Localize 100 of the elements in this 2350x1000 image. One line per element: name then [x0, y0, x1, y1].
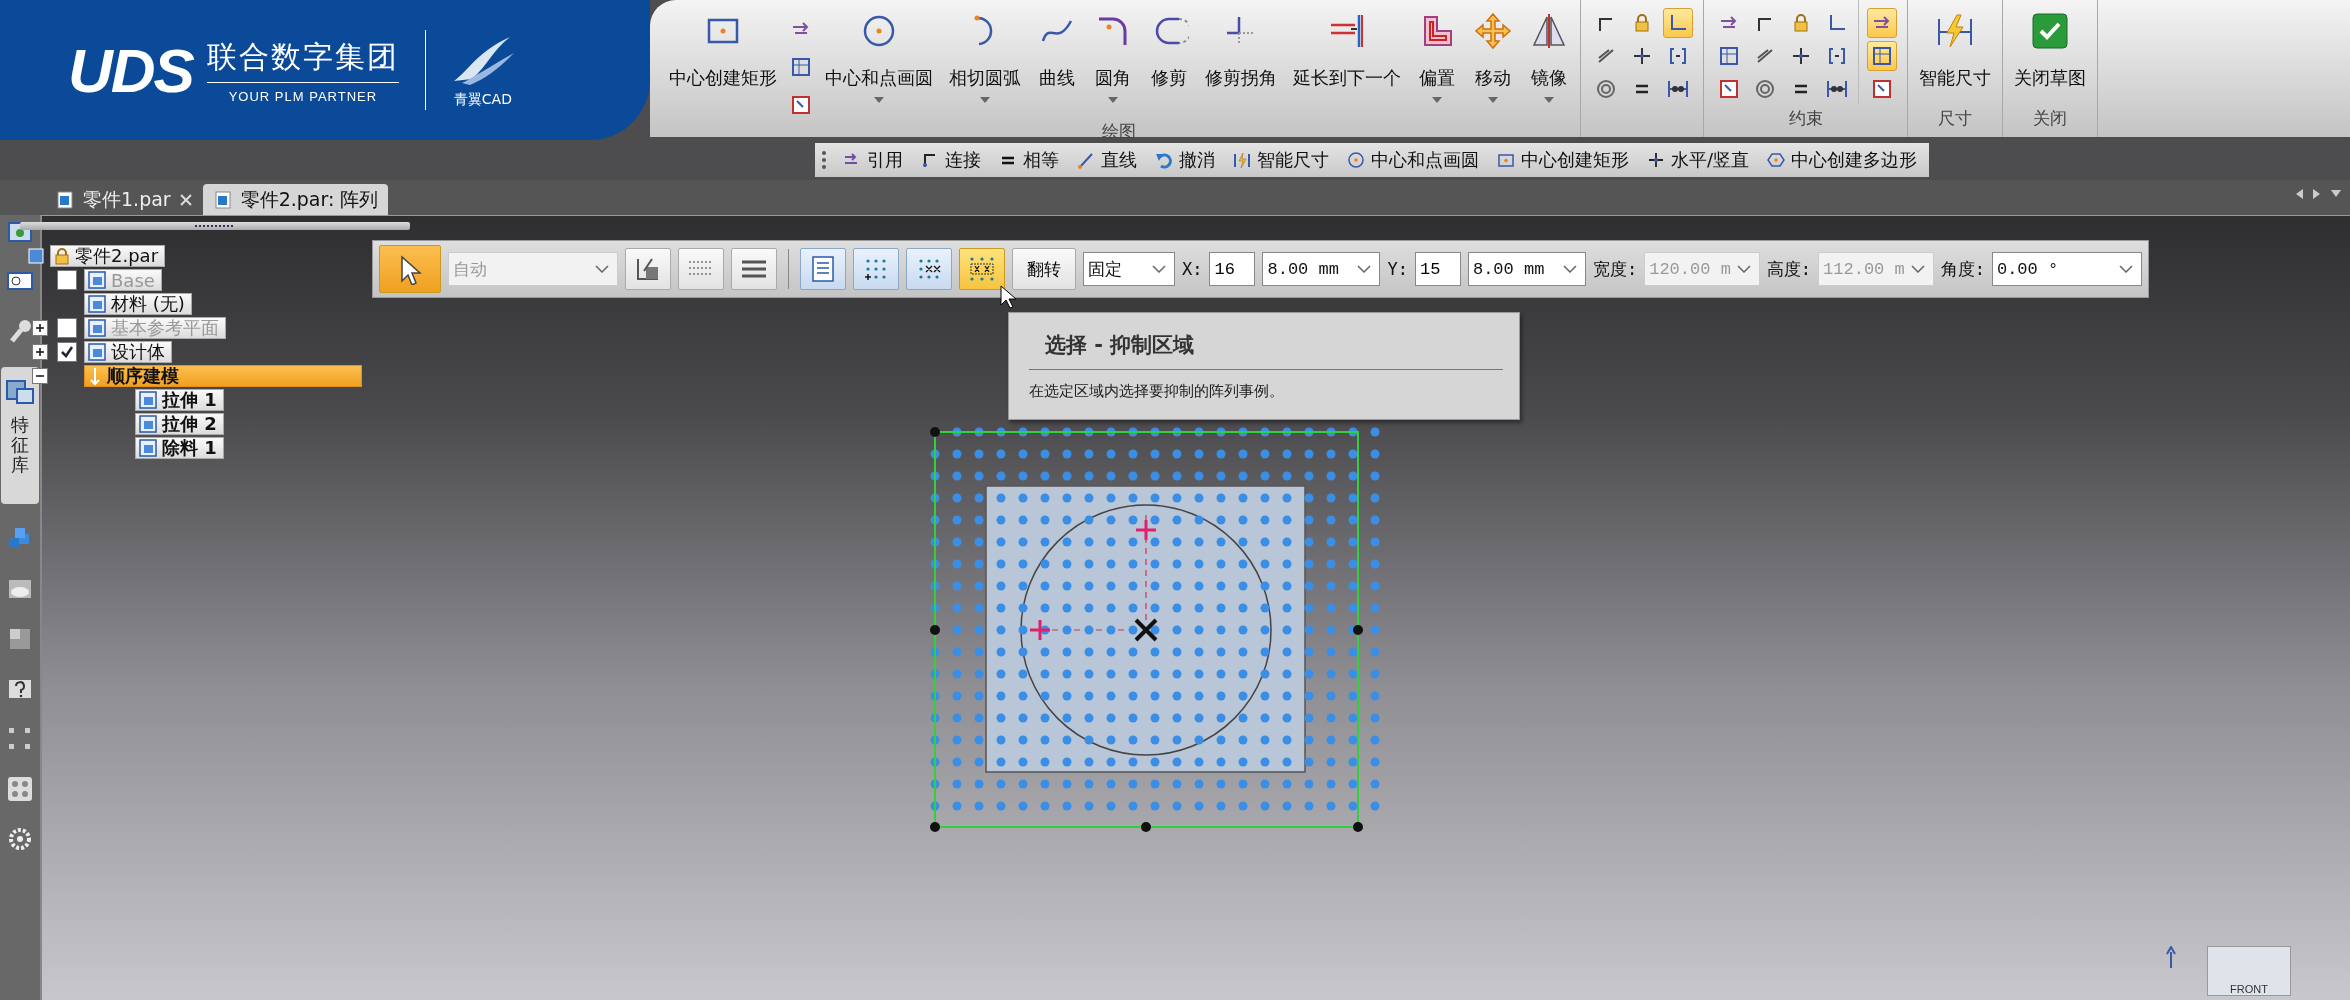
tool-button[interactable] — [1663, 8, 1693, 38]
ribbon-button[interactable]: 中心创建矩形 — [662, 0, 784, 92]
dropdown[interactable]: 8.00 mm — [1262, 252, 1381, 286]
document-icon — [212, 189, 233, 210]
handle-dot[interactable] — [1353, 822, 1363, 832]
tree-item[interactable]: 顺序建模 — [84, 365, 362, 387]
feature-icon — [138, 438, 158, 458]
cross-icon — [1647, 151, 1665, 169]
document-tab[interactable]: 零件2.par: 阵列 — [202, 184, 389, 215]
dropdown[interactable]: 固定 — [1083, 252, 1175, 286]
ring-icon — [1753, 77, 1777, 101]
toolbar-item[interactable]: 智能尺寸 — [1231, 148, 1331, 172]
ribbon-button[interactable]: 修剪拐角 — [1198, 0, 1284, 92]
ribbon-button[interactable]: 延长到下一个 — [1286, 0, 1408, 92]
tool-button[interactable] — [379, 245, 441, 293]
toolbar-item[interactable]: 连接 — [919, 148, 983, 172]
tree-item[interactable]: 零件2.par — [50, 245, 166, 267]
handle-dot[interactable] — [930, 822, 940, 832]
feature-icon — [87, 318, 107, 338]
toolbar-item[interactable]: 直线 — [1075, 148, 1139, 172]
field-label: X: — [1182, 259, 1203, 279]
field-label: 宽度: — [1592, 257, 1638, 281]
ribbon-button[interactable]: 中心和点画圆 — [818, 0, 940, 106]
handle-dot[interactable] — [930, 427, 940, 437]
input-field[interactable]: 16 — [1209, 252, 1256, 286]
ring-icon — [1594, 77, 1618, 101]
document-icon — [55, 189, 75, 210]
company-name: 联合数字集团 — [206, 36, 399, 83]
frame-icon — [1870, 77, 1894, 101]
tree-item[interactable]: 设计体 — [84, 341, 172, 363]
ribbon-button[interactable]: 修剪 — [1142, 0, 1196, 92]
grip-icon — [821, 149, 827, 171]
chevron-icon — [2118, 265, 2133, 273]
toggle-button[interactable] — [906, 248, 952, 290]
expander-icon[interactable] — [32, 320, 48, 336]
dropdown[interactable]: 8.00 mm — [1467, 252, 1586, 286]
tool-button[interactable] — [731, 248, 777, 290]
handle-dot[interactable] — [1141, 822, 1151, 832]
toggle-button[interactable] — [959, 248, 1005, 290]
side-tab[interactable]: 特征库 — [1, 367, 39, 505]
down-arrow-icon[interactable] — [2330, 188, 2342, 198]
part-icon — [26, 246, 46, 266]
ribbon-button[interactable]: 圆角 — [1086, 0, 1140, 106]
toolbar-item[interactable]: 水平/竖直 — [1645, 148, 1752, 172]
group-label: 尺寸 — [1938, 107, 1972, 130]
field-label: Y: — [1387, 259, 1408, 279]
expander-icon[interactable] — [32, 344, 48, 360]
toggle-button[interactable] — [853, 248, 899, 290]
product-name: 青翼CAD — [453, 91, 512, 109]
input-field[interactable]: 15 — [1414, 252, 1461, 286]
feature-icon — [87, 294, 107, 314]
tree-item[interactable]: 拉伸 1 — [135, 389, 224, 411]
tool-button[interactable] — [625, 248, 671, 290]
toolbar-item[interactable]: 撤消 — [1153, 148, 1217, 172]
rectangle-icon — [1497, 151, 1515, 169]
flip-button[interactable]: 翻转 — [1012, 248, 1076, 290]
ribbon-button[interactable]: 镜像 — [1522, 0, 1576, 106]
line-icon — [1077, 151, 1095, 169]
crosshair-icon — [1028, 618, 1052, 642]
chevron-icon — [1562, 265, 1577, 273]
checkbox[interactable] — [57, 318, 77, 338]
ribbon-button[interactable]: 智能尺寸 — [1912, 0, 1998, 92]
tagline: YOUR PLM PARTNER — [227, 88, 379, 104]
tool-button[interactable] — [1867, 41, 1897, 71]
up-arrow-icon — [2166, 946, 2176, 968]
feature-icon — [87, 270, 107, 290]
toolbar-item[interactable]: 中心创建多边形 — [1765, 148, 1920, 172]
center-marker-icon[interactable] — [1134, 618, 1158, 642]
handle-dot[interactable] — [1353, 625, 1363, 635]
ribbon-button[interactable]: 曲线 — [1030, 0, 1084, 92]
ribbon-button[interactable]: 相切圆弧 — [942, 0, 1028, 106]
tree-item[interactable]: 材料 (无) — [84, 293, 192, 315]
left-arrow-icon[interactable] — [2294, 188, 2304, 200]
document-tab[interactable]: 零件1.par — [45, 184, 203, 215]
right-arrow-icon[interactable] — [2312, 188, 2322, 200]
feature-icon — [138, 390, 158, 410]
checkbox[interactable] — [57, 270, 77, 290]
expander-icon[interactable] — [32, 368, 48, 384]
ribbon-button[interactable]: 偏置 — [1410, 0, 1464, 106]
tree-item[interactable]: 除料 1 — [135, 437, 224, 459]
handle-dot[interactable] — [930, 625, 940, 635]
group-label: 绘图 — [1102, 120, 1136, 143]
toolbar-item[interactable]: 相等 — [997, 148, 1061, 172]
grip-icon — [195, 224, 235, 228]
ribbon-button[interactable]: 移动 — [1466, 0, 1520, 106]
move-icon — [1473, 11, 1513, 51]
undo-icon — [1155, 151, 1173, 169]
grid-icon — [1870, 44, 1894, 68]
close-icon[interactable] — [178, 192, 193, 207]
ribbon-button[interactable]: 关闭草图 — [2007, 0, 2093, 92]
dropdown[interactable]: 0.00 ° — [1991, 252, 2142, 286]
chevron-icon — [1357, 265, 1372, 273]
lock-icon — [53, 247, 71, 265]
tree-item[interactable]: 拉伸 2 — [135, 413, 224, 435]
toggle-button[interactable] — [800, 248, 846, 290]
tooltip-text: 在选定区域内选择要抑制的阵列事例。 — [1029, 382, 1285, 401]
toolbar-item[interactable]: 中心创建矩形 — [1495, 148, 1631, 172]
toolbar-item[interactable]: 引用 — [841, 148, 905, 172]
toolbar-item[interactable]: 中心和点画圆 — [1345, 148, 1481, 172]
checkbox[interactable] — [57, 342, 77, 362]
